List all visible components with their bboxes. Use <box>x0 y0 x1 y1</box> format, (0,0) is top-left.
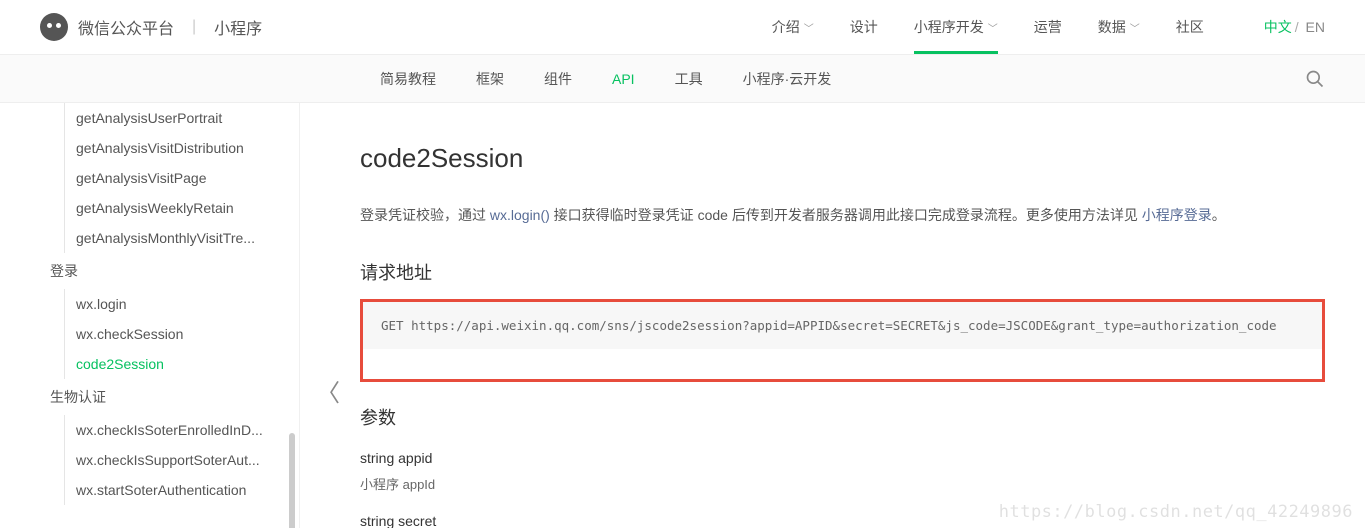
lang-zh[interactable]: 中文 <box>1264 19 1292 35</box>
sidebar-item[interactable]: code2Session <box>0 349 299 379</box>
mainnav-label: 运营 <box>1034 17 1062 37</box>
mainnav-item[interactable]: 介绍 ﹀ <box>772 0 814 54</box>
desc-text: 接口获得临时登录凭证 code 后传到开发者服务器调用此接口完成登录流程。更多使… <box>550 207 1142 223</box>
sidebar-category[interactable]: 生物认证 <box>0 379 299 415</box>
scrollbar-thumb[interactable] <box>289 433 295 528</box>
secnav-item[interactable]: 简易教程 <box>380 69 436 89</box>
description: 登录凭证校验，通过 wx.login() 接口获得临时登录凭证 code 后传到… <box>360 202 1325 229</box>
params-heading: 参数 <box>360 404 1325 430</box>
sidebar-item[interactable]: wx.checkIsSupportSoterAut... <box>0 445 299 475</box>
sidebar: getAnalysisUserPortraitgetAnalysisVisitD… <box>0 103 300 528</box>
lang-sep: / <box>1295 19 1299 35</box>
layout: getAnalysisUserPortraitgetAnalysisVisitD… <box>0 103 1365 528</box>
brand[interactable]: 微信公众平台 <box>40 13 174 41</box>
sidebar-item[interactable]: wx.checkSession <box>0 319 299 349</box>
secnav-item[interactable]: API <box>612 71 635 87</box>
language-switch[interactable]: 中文/ EN <box>1264 17 1325 37</box>
mainnav-label: 介绍 <box>772 17 800 37</box>
lang-en[interactable]: EN <box>1306 19 1325 35</box>
sidebar-item[interactable]: getAnalysisVisitDistribution <box>0 133 299 163</box>
mainnav-label: 社区 <box>1176 17 1204 37</box>
chevron-down-icon: ﹀ <box>1130 20 1140 35</box>
secnav-item[interactable]: 工具 <box>675 69 703 89</box>
site-title: 微信公众平台 <box>78 15 174 39</box>
mainnav-label: 设计 <box>850 17 878 37</box>
param-name: string appid <box>360 450 1325 466</box>
desc-text: 。 <box>1212 207 1226 223</box>
sub-title[interactable]: 小程序 <box>214 15 262 39</box>
content: code2Session 登录凭证校验，通过 wx.login() 接口获得临时… <box>300 103 1365 528</box>
mainnav-item[interactable]: 运营 <box>1034 0 1062 54</box>
secnav-item[interactable]: 小程序·云开发 <box>743 69 832 89</box>
chevron-down-icon: ﹀ <box>804 20 814 35</box>
sidebar-item[interactable]: getAnalysisMonthlyVisitTre... <box>0 223 299 253</box>
request-url-heading: 请求地址 <box>360 259 1325 285</box>
sidebar-item[interactable]: wx.checkIsSoterEnrolledInD... <box>0 415 299 445</box>
top-nav: 微信公众平台 | 小程序 介绍 ﹀ 设计 小程序开发 ﹀ 运营 数据 ﹀ 社区 中文/ EN <box>0 0 1365 55</box>
mainnav-label: 数据 <box>1098 17 1126 37</box>
main-nav: 介绍 ﹀ 设计 小程序开发 ﹀ 运营 数据 ﹀ 社区 <box>772 0 1204 54</box>
secnav-item[interactable]: 组件 <box>544 69 572 89</box>
mainnav-item[interactable]: 数据 ﹀ <box>1098 0 1140 54</box>
mainnav-item[interactable]: 小程序开发 ﹀ <box>914 0 998 54</box>
collapse-sidebar-icon[interactable]: 〈 <box>316 373 340 408</box>
secnav-item[interactable]: 框架 <box>476 69 504 89</box>
mainnav-item[interactable]: 设计 <box>850 0 878 54</box>
mini-login-link[interactable]: 小程序登录 <box>1142 207 1212 223</box>
sidebar-item[interactable]: wx.startSoterAuthentication <box>0 475 299 505</box>
wx-login-link[interactable]: wx.login() <box>490 207 550 223</box>
wechat-icon <box>40 13 68 41</box>
secondary-nav: 简易教程 框架 组件 API 工具 小程序·云开发 <box>0 55 1365 103</box>
sidebar-item[interactable]: getAnalysisUserPortrait <box>0 103 299 133</box>
search-icon[interactable] <box>1305 69 1325 89</box>
sidebar-item[interactable]: wx.login <box>0 289 299 319</box>
page-title: code2Session <box>360 143 1325 174</box>
sidebar-item[interactable]: getAnalysisVisitPage <box>0 163 299 193</box>
param-name: string secret <box>360 513 1325 528</box>
sidebar-item[interactable]: getAnalysisWeeklyRetain <box>0 193 299 223</box>
param-desc: 小程序 appId <box>360 474 1325 493</box>
request-url-box: GET https://api.weixin.qq.com/sns/jscode… <box>360 299 1325 382</box>
request-url-code: GET https://api.weixin.qq.com/sns/jscode… <box>363 302 1322 349</box>
mainnav-label: 小程序开发 <box>914 17 984 37</box>
desc-text: 登录凭证校验，通过 <box>360 207 490 223</box>
chevron-down-icon: ﹀ <box>988 20 998 35</box>
sidebar-category[interactable]: 登录 <box>0 253 299 289</box>
divider: | <box>192 18 196 36</box>
mainnav-item[interactable]: 社区 <box>1176 0 1204 54</box>
